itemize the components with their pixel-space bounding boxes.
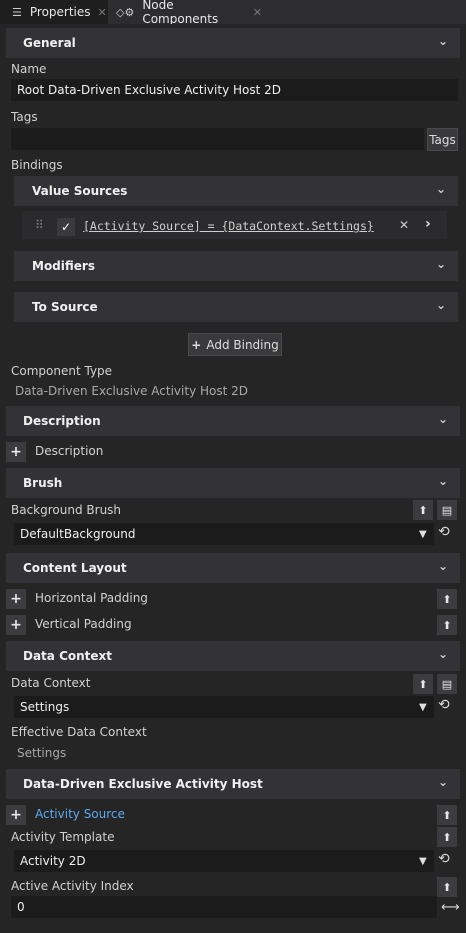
- horizontal-padding-label: Horizontal Padding: [35, 591, 148, 605]
- section-title: Data-Driven Exclusive Activity Host: [23, 777, 263, 791]
- upload-icon[interactable]: ⬆: [437, 827, 457, 847]
- drag-value-icon[interactable]: ⟷: [441, 900, 460, 915]
- section-content-layout[interactable]: Content Layout ⌄: [6, 553, 460, 583]
- binding-expression[interactable]: [Activity Source] = {DataContext.Setting…: [83, 219, 374, 233]
- chevron-down-icon[interactable]: ⌄: [436, 257, 446, 271]
- chevron-down-icon[interactable]: ⌄: [438, 474, 448, 488]
- section-title: Content Layout: [23, 561, 127, 575]
- active-activity-index-value: 0: [17, 900, 25, 914]
- section-general[interactable]: General ⌄: [6, 28, 460, 58]
- activity-template-label: Activity Template: [11, 830, 115, 844]
- dropdown-arrow-icon[interactable]: ▼: [419, 702, 427, 713]
- name-label: Name: [11, 62, 47, 76]
- chevron-right-icon[interactable]: ›: [425, 216, 431, 232]
- effective-data-context-value: Settings: [17, 746, 67, 760]
- upload-icon[interactable]: ⬆: [437, 877, 457, 897]
- upload-icon[interactable]: ⬆: [413, 500, 433, 520]
- modifiers-header[interactable]: Modifiers ⌄: [14, 251, 458, 281]
- modifiers-title: Modifiers: [32, 259, 95, 273]
- tab-bar: ☰ Properties ✕ ◇⚙ Node Components ✕: [0, 0, 466, 26]
- upload-icon[interactable]: ⬆: [437, 589, 457, 609]
- activity-template-select[interactable]: Activity 2D: [14, 850, 434, 872]
- resource-icon[interactable]: ▤: [437, 674, 457, 694]
- tags-field[interactable]: [11, 128, 424, 150]
- add-activity-source-button[interactable]: +: [6, 805, 26, 825]
- remove-binding-icon[interactable]: ✕: [399, 218, 409, 232]
- section-activity-host[interactable]: Data-Driven Exclusive Activity Host ⌄: [6, 769, 460, 799]
- add-binding-button[interactable]: + Add Binding: [188, 333, 282, 356]
- close-icon[interactable]: ✕: [253, 6, 262, 19]
- add-description-button[interactable]: +: [6, 442, 26, 462]
- chevron-down-icon[interactable]: ⌄: [436, 298, 446, 312]
- close-icon[interactable]: ✕: [98, 6, 107, 19]
- add-vertical-padding-button[interactable]: +: [6, 615, 26, 635]
- to-source-header[interactable]: To Source ⌄: [14, 292, 458, 322]
- value-sources-header[interactable]: Value Sources ⌄: [14, 176, 458, 206]
- chevron-down-icon[interactable]: ⌄: [436, 182, 446, 196]
- to-source-title: To Source: [32, 300, 98, 314]
- reset-icon[interactable]: ⟲: [438, 524, 450, 540]
- tab-node-components[interactable]: ◇⚙ Node Components ✕: [112, 0, 262, 26]
- binding-enabled-checkbox[interactable]: ✓: [57, 218, 75, 236]
- data-context-select[interactable]: Settings: [14, 696, 434, 718]
- component-type-label: Component Type: [11, 364, 113, 378]
- value-sources-title: Value Sources: [32, 184, 128, 198]
- chevron-down-icon[interactable]: ⌄: [438, 559, 448, 573]
- reset-icon[interactable]: ⟲: [438, 851, 450, 867]
- vertical-padding-label: Vertical Padding: [35, 617, 132, 631]
- chevron-down-icon[interactable]: ⌄: [438, 34, 448, 48]
- section-brush[interactable]: Brush ⌄: [6, 468, 460, 498]
- plus-icon: +: [191, 337, 202, 352]
- tab-label: Properties: [29, 5, 91, 19]
- section-title: Description: [23, 414, 101, 428]
- tags-label: Tags: [11, 110, 38, 124]
- tab-properties[interactable]: ☰ Properties ✕: [0, 0, 108, 24]
- dropdown-arrow-icon[interactable]: ▼: [419, 856, 427, 867]
- chevron-down-icon[interactable]: ⌄: [438, 647, 448, 661]
- section-data-context[interactable]: Data Context ⌄: [6, 641, 460, 671]
- list-icon: ☰: [12, 5, 22, 19]
- upload-icon[interactable]: ⬆: [413, 674, 433, 694]
- section-title: Data Context: [23, 649, 113, 663]
- data-context-label: Data Context: [11, 676, 91, 690]
- dropdown-arrow-icon[interactable]: ▼: [419, 529, 427, 540]
- drag-handle-icon[interactable]: ⠿: [35, 218, 44, 232]
- upload-icon[interactable]: ⬆: [437, 805, 457, 825]
- chevron-down-icon[interactable]: ⌄: [438, 775, 448, 789]
- component-type-value: Data-Driven Exclusive Activity Host 2D: [15, 384, 248, 398]
- activity-template-value: Activity 2D: [20, 854, 86, 868]
- section-description[interactable]: Description ⌄: [6, 406, 460, 436]
- active-activity-index-field[interactable]: 0: [11, 896, 437, 918]
- active-activity-index-label: Active Activity Index: [11, 879, 134, 893]
- data-context-value: Settings: [20, 700, 70, 714]
- effective-data-context-label: Effective Data Context: [11, 725, 147, 739]
- add-binding-label: Add Binding: [206, 337, 279, 352]
- background-brush-select[interactable]: DefaultBackground: [14, 523, 434, 545]
- name-field[interactable]: Root Data-Driven Exclusive Activity Host…: [11, 79, 458, 101]
- chevron-down-icon[interactable]: ⌄: [438, 412, 448, 426]
- activity-source-label[interactable]: Activity Source: [35, 807, 125, 821]
- background-brush-value: DefaultBackground: [20, 527, 136, 541]
- resource-icon[interactable]: ▤: [437, 500, 457, 520]
- section-title: General: [23, 36, 76, 50]
- upload-icon[interactable]: ⬆: [437, 615, 457, 635]
- tags-button[interactable]: Tags: [427, 128, 458, 151]
- node-components-icon: ◇⚙: [116, 5, 135, 19]
- description-item: Description: [35, 444, 104, 458]
- add-horizontal-padding-button[interactable]: +: [6, 589, 26, 609]
- background-brush-label: Background Brush: [11, 503, 122, 517]
- bindings-label: Bindings: [11, 158, 63, 172]
- tab-label: Node Components: [142, 0, 219, 26]
- section-title: Brush: [23, 476, 63, 490]
- reset-icon[interactable]: ⟲: [438, 697, 450, 713]
